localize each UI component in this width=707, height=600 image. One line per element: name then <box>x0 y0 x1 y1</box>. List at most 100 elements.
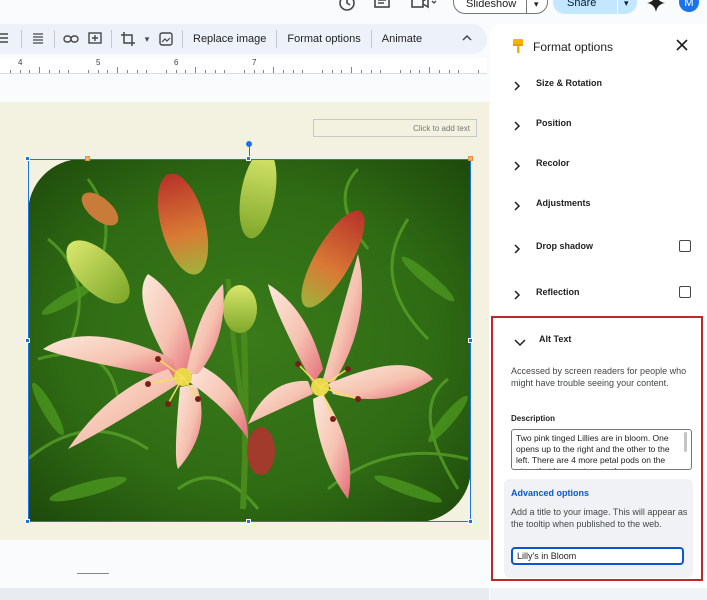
comments-icon[interactable] <box>373 0 391 12</box>
ruler-tick <box>126 70 128 73</box>
meet-icon[interactable] <box>410 0 438 12</box>
chevron-right-icon <box>512 241 522 254</box>
section-label: Recolor <box>536 158 570 168</box>
section-drop-shadow[interactable]: Drop shadow <box>490 227 707 267</box>
resize-handle-w[interactable] <box>25 338 30 343</box>
section-label: Reflection <box>536 287 580 297</box>
description-label: Description <box>511 414 556 423</box>
resize-handle-ne[interactable] <box>468 156 473 161</box>
section-label: Position <box>536 118 572 128</box>
chevron-right-icon <box>512 118 522 131</box>
text-placeholder[interactable]: Click to add text <box>313 119 477 137</box>
chevron-right-icon <box>512 78 522 91</box>
ruler-tick <box>370 70 372 73</box>
history-icon[interactable] <box>338 0 356 12</box>
crop-icon[interactable] <box>119 30 137 48</box>
advanced-options-title[interactable]: Advanced options <box>511 488 589 498</box>
chevron-right-icon <box>512 198 522 211</box>
collapse-toolbar-icon[interactable] <box>459 30 475 46</box>
section-adjustments[interactable]: Adjustments <box>490 184 707 224</box>
crop-dropdown-icon[interactable]: ▾ <box>143 30 151 48</box>
description-textarea[interactable]: Two pink tinged Lillies are in bloom. On… <box>511 429 692 470</box>
chevron-down-icon[interactable] <box>514 334 526 347</box>
replace-image-button[interactable]: Replace image <box>187 33 272 45</box>
section-position[interactable]: Position <box>490 104 707 144</box>
alt-text-title[interactable]: Alt Text <box>539 334 571 344</box>
link-icon[interactable] <box>62 30 80 48</box>
ruler-tick <box>204 70 206 73</box>
ruler-tick <box>399 70 401 73</box>
chevron-right-icon <box>512 158 522 171</box>
ruler-tick <box>477 70 479 73</box>
alt-text-section: Alt Text Accessed by screen readers for … <box>491 316 703 581</box>
add-comment-icon[interactable] <box>86 30 104 48</box>
speaker-notes-drag-handle[interactable] <box>77 573 109 574</box>
ruler-tick <box>273 67 274 73</box>
ruler-tick <box>146 70 148 73</box>
lily-image[interactable] <box>28 159 471 522</box>
textarea-scrollbar[interactable] <box>684 432 687 452</box>
ruler-tick <box>185 70 187 73</box>
panel-header: Format options <box>490 24 707 66</box>
shape-adjust-handle[interactable] <box>85 156 90 161</box>
section-recolor[interactable]: Recolor <box>490 144 707 184</box>
close-icon[interactable] <box>675 38 689 52</box>
ruler-label: 5 <box>96 58 101 67</box>
format-options-button[interactable]: Format options <box>281 33 366 45</box>
advanced-options: Advanced options Add a title to your ima… <box>504 479 693 578</box>
resize-handle-e[interactable] <box>468 338 473 343</box>
rotate-handle[interactable] <box>246 141 252 147</box>
resize-handle-n[interactable] <box>246 156 251 161</box>
advanced-options-description: Add a title to your image. This will app… <box>511 507 688 529</box>
line-spacing-icon[interactable] <box>29 30 47 48</box>
share-button[interactable]: Share ▾ <box>553 0 637 14</box>
ruler-tick <box>380 70 382 73</box>
paint-brush-icon <box>510 38 526 54</box>
ruler-tick <box>214 70 216 73</box>
ruler-tick <box>224 70 226 73</box>
section-size-rotation[interactable]: Size & Rotation <box>490 64 707 104</box>
ruler-tick <box>409 70 411 73</box>
ruler-tick <box>68 70 70 73</box>
slideshow-dropdown-icon[interactable]: ▾ <box>527 0 539 13</box>
resize-handle-nw[interactable] <box>25 156 30 161</box>
image-title-input[interactable] <box>511 547 684 565</box>
ruler-tick <box>9 70 11 73</box>
ruler-tick <box>292 70 294 73</box>
speaker-notes-area[interactable] <box>0 588 489 600</box>
ruler-tick <box>29 70 31 73</box>
ruler-tick <box>448 70 450 73</box>
ruler-tick <box>351 67 352 73</box>
share-dropdown-icon[interactable]: ▾ <box>617 0 629 14</box>
slideshow-label: Slideshow <box>466 0 517 10</box>
animate-button[interactable]: Animate <box>376 33 428 45</box>
align-icon[interactable] <box>0 30 14 48</box>
ruler-tick <box>321 70 323 73</box>
resize-handle-sw[interactable] <box>25 519 30 524</box>
drop-shadow-checkbox[interactable] <box>679 240 691 252</box>
chevron-right-icon <box>512 287 522 300</box>
mask-icon[interactable] <box>157 30 175 48</box>
section-label: Drop shadow <box>536 241 594 251</box>
ruler-tick <box>302 70 304 73</box>
section-label: Size & Rotation <box>536 78 603 88</box>
horizontal-ruler[interactable]: 4 5 6 7 <box>0 58 487 74</box>
ruler-label: 4 <box>18 58 23 67</box>
section-reflection[interactable]: Reflection <box>490 273 707 313</box>
resize-handle-se[interactable] <box>468 519 473 524</box>
reflection-checkbox[interactable] <box>679 286 691 298</box>
slideshow-button[interactable]: Slideshow ▾ <box>453 0 548 14</box>
ruler-tick <box>107 70 109 73</box>
ruler-label: 6 <box>174 58 179 67</box>
ruler-tick <box>360 70 362 73</box>
ruler-tick <box>253 70 255 73</box>
alt-text-description: Accessed by screen readers for people wh… <box>511 366 687 388</box>
resize-handle-s[interactable] <box>246 519 251 524</box>
ruler-tick <box>331 70 333 73</box>
gemini-icon[interactable] <box>647 0 665 12</box>
ruler-tick <box>458 70 460 73</box>
ruler-tick <box>39 67 40 73</box>
avatar[interactable]: M <box>679 0 699 12</box>
share-label: Share <box>567 0 597 9</box>
ruler-tick <box>175 70 177 73</box>
